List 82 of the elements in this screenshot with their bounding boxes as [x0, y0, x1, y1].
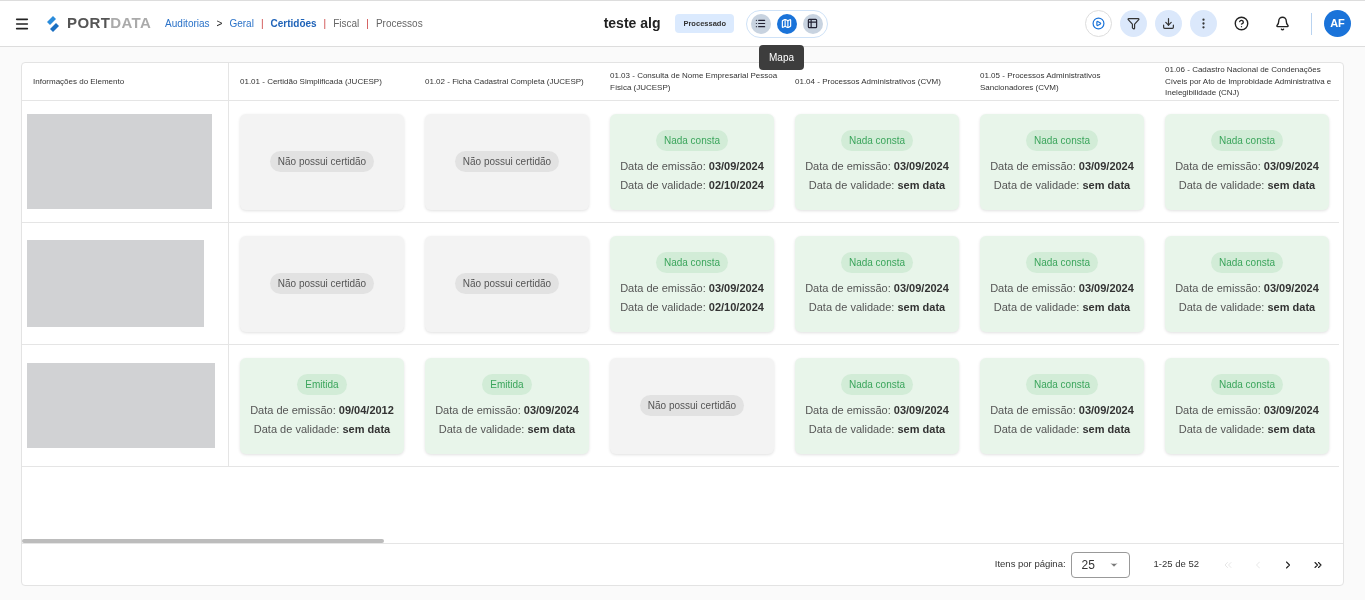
emission-date: Data de emissão: 03/09/2024 — [805, 402, 949, 418]
status-badge: Nada consta — [1025, 251, 1099, 273]
column-header: 01.01 - Certidão Simplificada (JUCESP) — [229, 63, 414, 101]
page-range: 1-25 de 52 — [1153, 557, 1199, 572]
separator: > — [216, 17, 223, 31]
help-icon — [1234, 16, 1249, 31]
status-badge: Nada consta — [655, 129, 729, 151]
status-badge: Nada consta — [1210, 373, 1284, 395]
validity-date: Data de validade: sem data — [1178, 300, 1316, 315]
list-view-button[interactable] — [751, 13, 771, 34]
map-view-button[interactable] — [777, 13, 797, 34]
bell-icon — [1275, 16, 1290, 31]
tooltip: Mapa — [759, 44, 804, 70]
filter-icon — [1127, 17, 1140, 30]
scrollbar-thumb[interactable] — [22, 539, 384, 543]
column-header: 01.02 - Ficha Cadastral Completa (JUCESP) — [414, 63, 599, 101]
download-icon — [1162, 17, 1175, 30]
status-badge: Nada consta — [1025, 373, 1099, 395]
section-tab[interactable]: Fiscal — [333, 16, 360, 31]
filter-button[interactable] — [1120, 10, 1147, 37]
status-badge: Nada consta — [1025, 129, 1099, 151]
table-view-button[interactable] — [803, 13, 823, 34]
emission-date: Data de emissão: 03/09/2024 — [620, 280, 764, 296]
play-button[interactable] — [1085, 10, 1112, 37]
breadcrumb-link[interactable]: Auditorias — [165, 16, 210, 31]
section-tab[interactable]: Processos — [375, 16, 423, 31]
emission-date: Data de emissão: 03/09/2024 — [805, 280, 949, 296]
play-icon — [1092, 17, 1105, 30]
validity-date: Data de validade: sem data — [808, 422, 946, 437]
emission-date: Data de emissão: 03/09/2024 — [620, 158, 764, 174]
map-icon — [781, 18, 793, 29]
status-badge: Nada consta — [1210, 129, 1284, 151]
validity-date: Data de validade: sem data — [808, 178, 946, 193]
list-icon — [755, 18, 767, 29]
user-avatar[interactable]: AF — [1324, 10, 1351, 37]
page-title: teste alg — [603, 14, 661, 33]
emission-date: Data de emissão: 03/09/2024 — [1175, 280, 1319, 296]
status-badge: Nada consta — [1210, 251, 1284, 273]
validity-date: Data de validade: 02/10/2024 — [620, 178, 764, 193]
column-header: 01.04 - Processos Administrativos (CVM) — [784, 63, 969, 101]
column-header: 01.03 - Consulta de Nome Empresarial Pessoa Física (JUCESP) — [599, 63, 784, 101]
download-button[interactable] — [1155, 10, 1182, 37]
column-header: Informações do Elemento — [22, 63, 229, 101]
emission-date: Data de emissão: 03/09/2024 — [990, 280, 1134, 296]
validity-date: Data de validade: 02/10/2024 — [620, 300, 764, 315]
column-header: 01.06 - Cadastro Nacional de Condenações Cíveis por Ato de Improbidade Administrativa e Inelegibilidade (CNJ) — [1154, 63, 1339, 101]
validity-date: Data de validade: sem data — [993, 300, 1131, 315]
no-certificate-badge: Não possui certidão — [454, 273, 560, 294]
status-badge: Nada consta — [840, 251, 914, 273]
validity-date: Data de validade: sem data — [253, 422, 391, 437]
status-badge: Nada consta — [840, 373, 914, 395]
breadcrumb-link[interactable]: Geral — [229, 16, 254, 31]
emission-date: Data de emissão: 03/09/2024 — [990, 158, 1134, 174]
separator: | — [323, 17, 327, 31]
no-certificate-badge: Não possui certidão — [269, 151, 375, 172]
validity-date: Data de validade: sem data — [438, 422, 576, 437]
page-size-select[interactable]: 25 — [1070, 551, 1130, 578]
emission-date: Data de emissão: 03/09/2024 — [805, 158, 949, 174]
status-badge: Nada consta — [655, 251, 729, 273]
emission-date: Data de emissão: 09/04/2012 — [250, 402, 394, 418]
no-certificate-badge: Não possui certidão — [269, 273, 375, 294]
table-icon — [807, 18, 819, 29]
emission-date: Data de emissão: 03/09/2024 — [435, 402, 579, 418]
column-header: 01.05 - Processos Administrativos Sancionadores (CVM) — [969, 63, 1154, 101]
separator: | — [366, 17, 369, 31]
validity-date: Data de validade: sem data — [1178, 178, 1316, 193]
section-tab[interactable]: Certidões — [270, 16, 317, 31]
no-certificate-badge: Não possui certidão — [454, 151, 560, 172]
items-per-page-label: Itens por página: — [994, 557, 1066, 572]
validity-date: Data de validade: sem data — [808, 300, 946, 315]
separator: | — [260, 17, 264, 31]
validity-date: Data de validade: sem data — [993, 422, 1131, 437]
emission-date: Data de emissão: 03/09/2024 — [990, 402, 1134, 418]
status-badge: Nada consta — [840, 129, 914, 151]
validity-date: Data de validade: sem data — [993, 178, 1131, 193]
emission-date: Data de emissão: 03/09/2024 — [1175, 158, 1319, 174]
validity-date: Data de validade: sem data — [1178, 422, 1316, 437]
status-badge: Emitida — [482, 373, 532, 395]
emission-date: Data de emissão: 03/09/2024 — [1175, 402, 1319, 418]
no-certificate-badge: Não possui certidão — [639, 395, 745, 416]
logo-text: PORTDATA — [67, 13, 152, 34]
status-badge: Emitida — [297, 373, 347, 395]
